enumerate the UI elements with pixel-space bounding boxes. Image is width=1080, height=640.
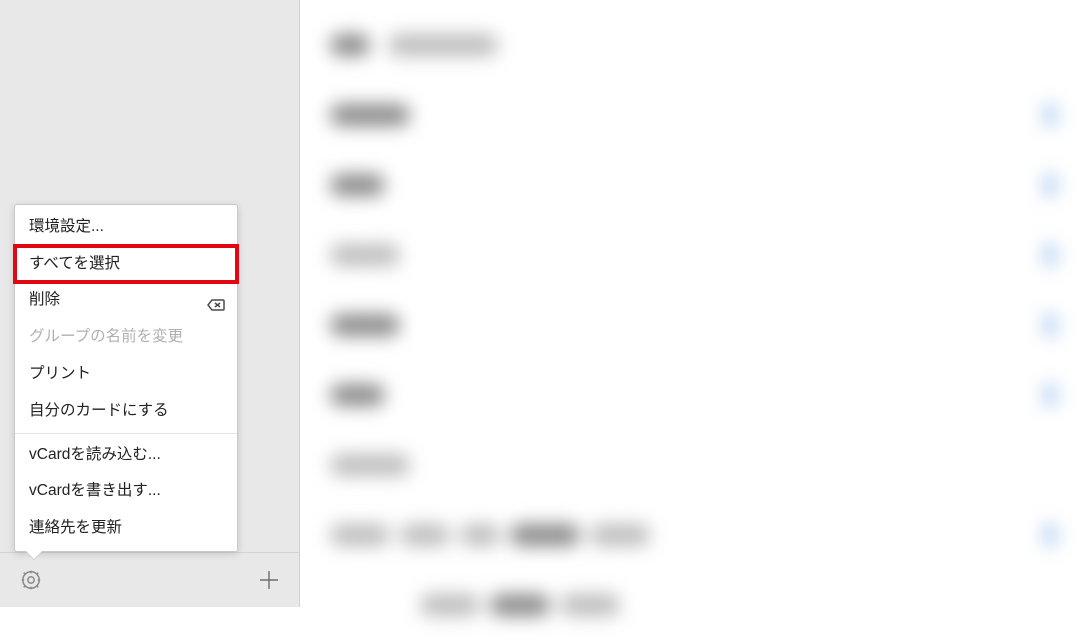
menu-item-refresh-contacts[interactable]: 連絡先を更新 [15, 510, 237, 547]
contacts-main-panel [300, 0, 1080, 607]
list-item[interactable] [300, 500, 1080, 570]
menu-item-label: 自分のカードにする [29, 399, 169, 424]
plus-icon [257, 568, 281, 592]
menu-item-select-all[interactable]: すべてを選択 [15, 246, 237, 283]
backspace-icon [207, 295, 223, 307]
menu-item-label: vCardを読み込む... [29, 443, 161, 468]
menu-item-label: 削除 [29, 288, 60, 313]
menu-item-export-vcard[interactable]: vCardを書き出す... [15, 473, 237, 510]
list-item[interactable] [300, 360, 1080, 430]
menu-item-preferences[interactable]: 環境設定... [15, 209, 237, 246]
menu-item-label: グループの名前を変更 [29, 325, 183, 350]
menu-item-label: 連絡先を更新 [29, 516, 122, 541]
menu-item-print[interactable]: プリント [15, 356, 237, 393]
settings-context-menu: 環境設定... すべてを選択 削除 グループの名前を変更 プリント 自分のカード… [14, 204, 238, 552]
sidebar-toolbar [0, 552, 300, 607]
sidebar: 環境設定... すべてを選択 削除 グループの名前を変更 プリント 自分のカード… [0, 0, 300, 607]
list-item[interactable] [300, 290, 1080, 360]
list-item[interactable] [300, 10, 1080, 80]
menu-item-import-vcard[interactable]: vCardを読み込む... [15, 437, 237, 474]
contacts-list [300, 0, 1080, 640]
menu-item-delete[interactable]: 削除 [15, 282, 237, 319]
list-item[interactable] [300, 220, 1080, 290]
list-item[interactable] [300, 430, 1080, 500]
menu-item-label: vCardを書き出す... [29, 479, 161, 504]
list-item[interactable] [300, 570, 1080, 640]
list-item[interactable] [300, 80, 1080, 150]
list-item[interactable] [300, 150, 1080, 220]
menu-item-make-my-card[interactable]: 自分のカードにする [15, 393, 237, 430]
gear-icon [19, 568, 43, 592]
menu-item-label: 環境設定... [29, 215, 104, 240]
settings-button[interactable] [16, 565, 46, 595]
menu-item-label: プリント [29, 362, 91, 387]
menu-item-label: すべてを選択 [29, 252, 120, 277]
menu-separator [15, 433, 237, 434]
menu-item-rename-group: グループの名前を変更 [15, 319, 237, 356]
add-button[interactable] [254, 565, 284, 595]
